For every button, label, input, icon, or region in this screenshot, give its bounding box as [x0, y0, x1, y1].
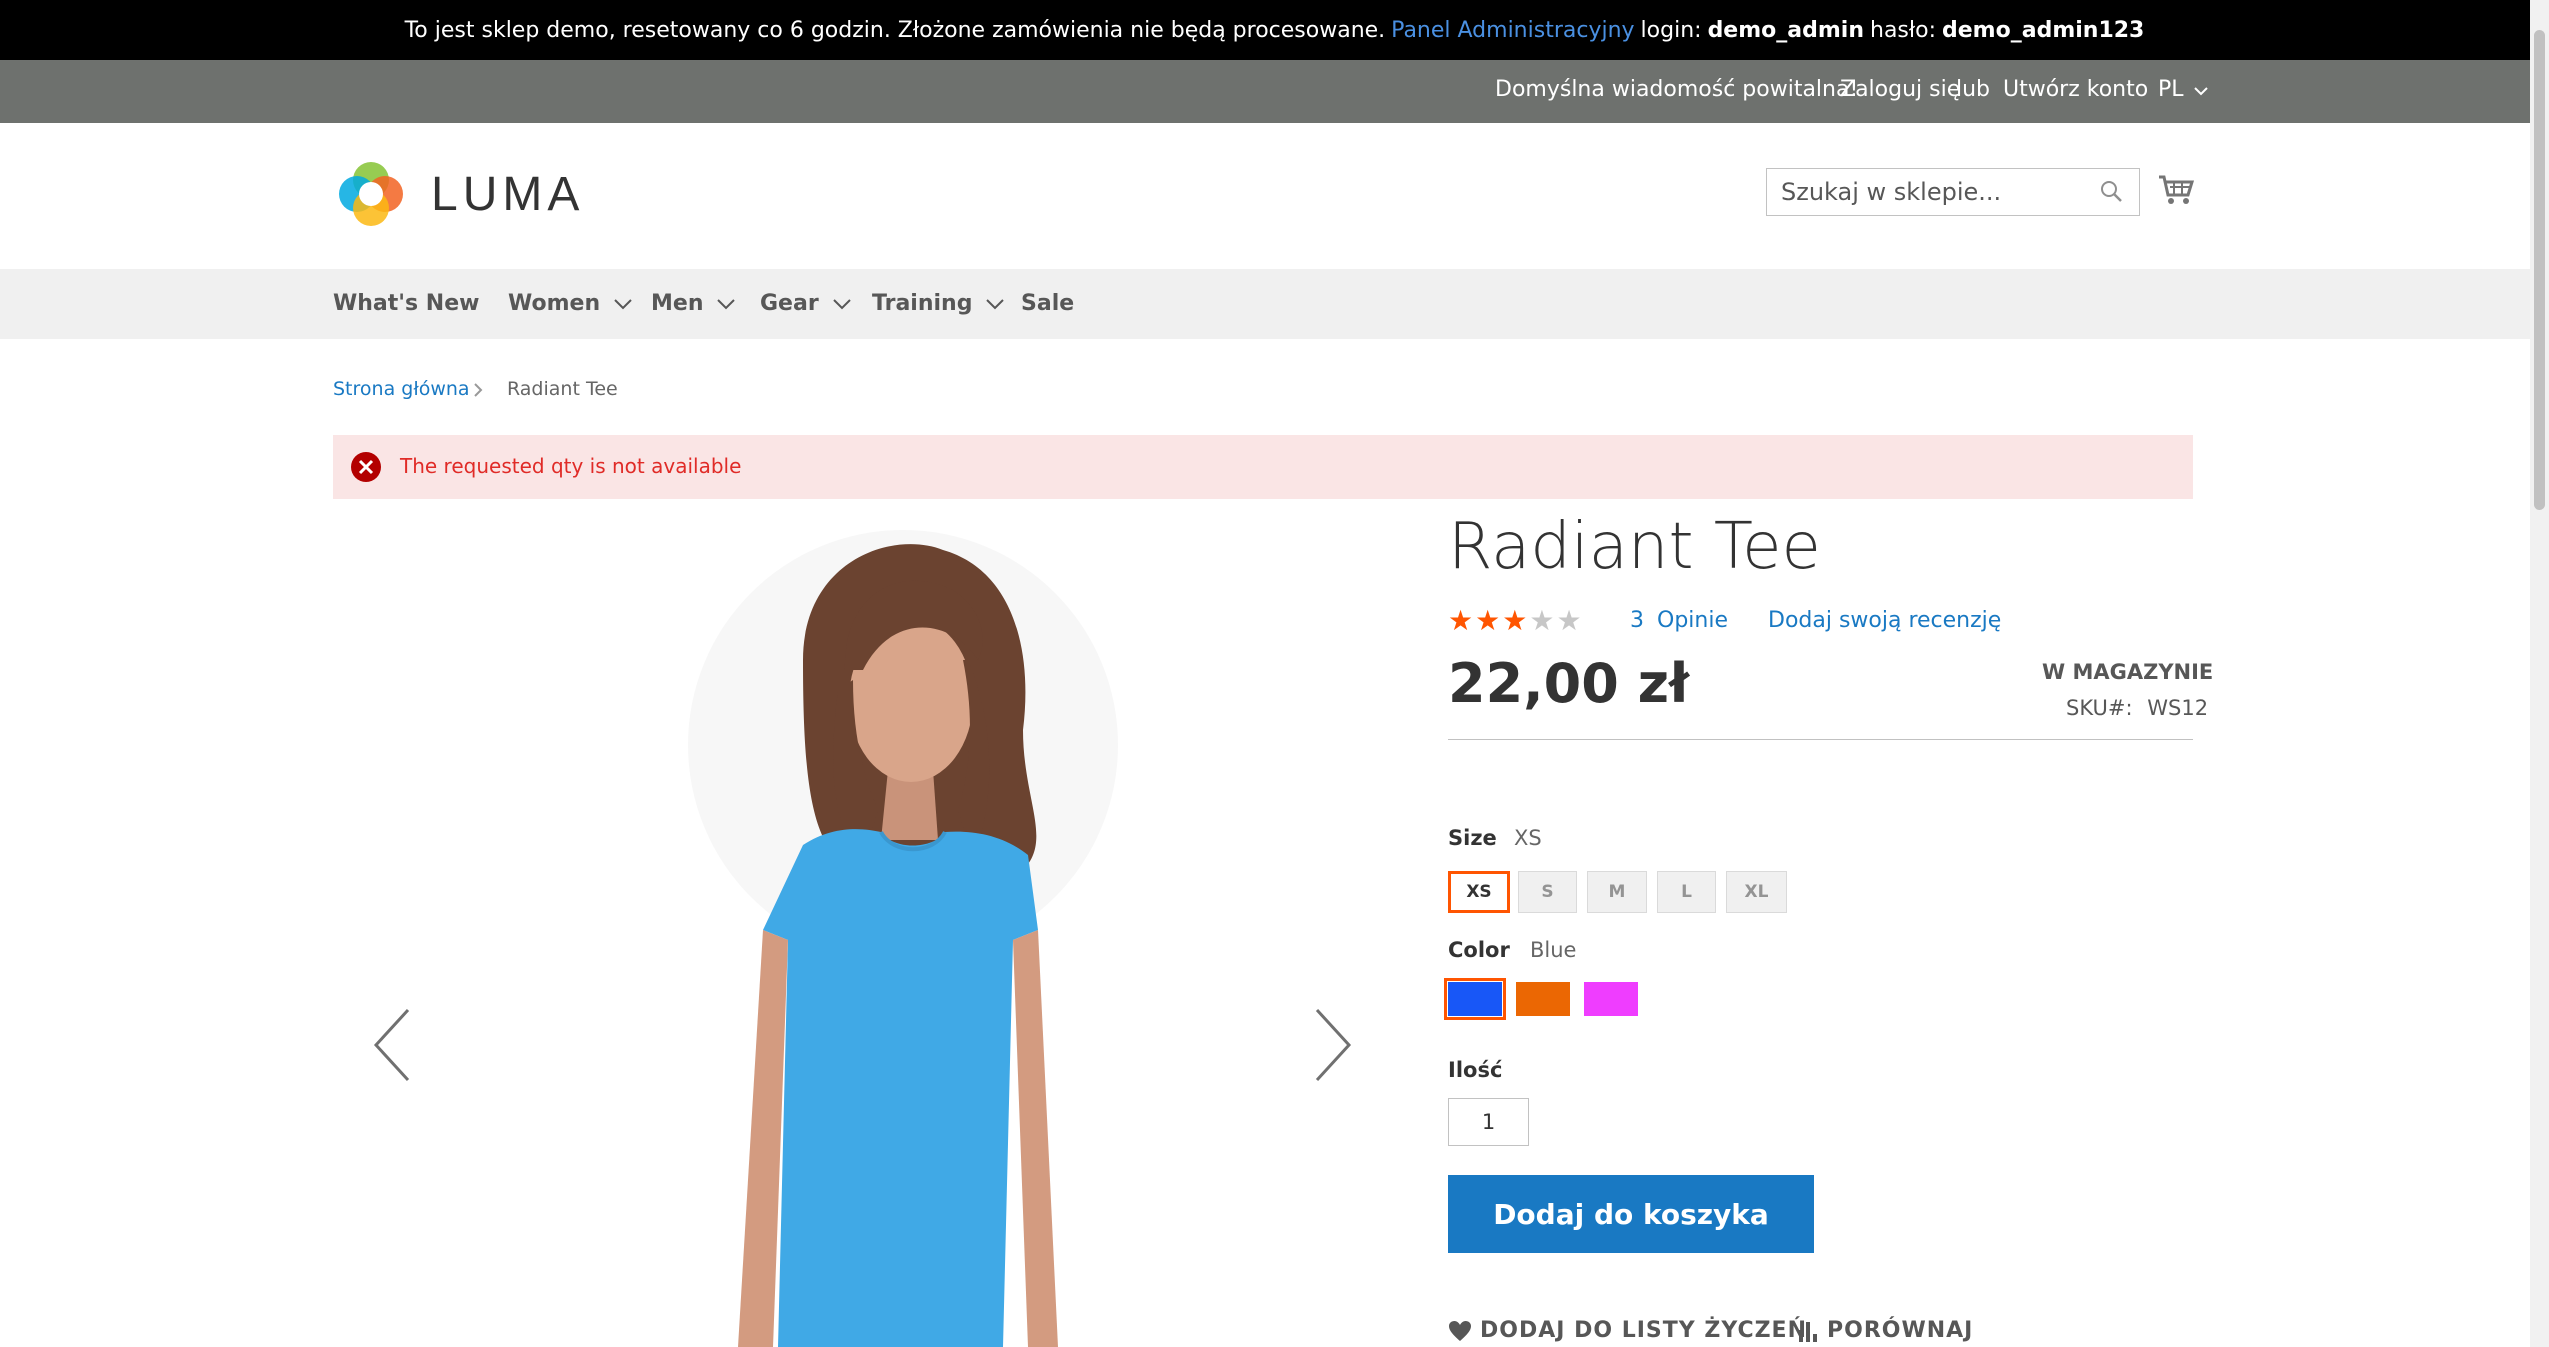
size-option-label: M — [1608, 882, 1626, 902]
sku-label: SKU#: — [2066, 696, 2133, 720]
product-title: Radiant Tee — [1448, 510, 1821, 584]
color-label: Color — [1448, 938, 1510, 962]
size-label: Size — [1448, 826, 1497, 850]
sku-value: WS12 — [2147, 696, 2209, 720]
product-image — [688, 530, 1118, 1347]
qty-input[interactable] — [1448, 1098, 1529, 1146]
product-gallery — [333, 510, 1413, 1347]
star-filled-icon: ★ — [1502, 604, 1528, 637]
star-filled-icon: ★ — [1475, 604, 1501, 637]
language-switcher[interactable]: PL — [2158, 77, 2208, 102]
chevron-down-icon — [717, 298, 736, 309]
color-swatch-orange[interactable] — [1516, 982, 1570, 1016]
reviews-label: Opinie — [1657, 608, 1728, 633]
color-selected-value: Blue — [1530, 938, 1577, 962]
nav-item-label: Sale — [1021, 291, 1075, 316]
star-filled-icon: ★ — [1448, 604, 1474, 637]
size-option-label: S — [1541, 882, 1554, 902]
nav-item-label: Men — [651, 291, 704, 316]
language-label: PL — [2158, 77, 2184, 102]
sku: SKU#: WS12 — [2066, 696, 2208, 720]
logo[interactable]: LUMA — [333, 156, 584, 232]
nav-item-whats-new[interactable]: What's New — [333, 291, 479, 316]
nav-item-label: Gear — [760, 291, 819, 316]
nav-item-gear[interactable]: Gear — [760, 291, 851, 316]
reviews-count: 3 — [1630, 608, 1644, 633]
breadcrumb-current: Radiant Tee — [507, 378, 618, 400]
create-account-link[interactable]: Utwórz konto — [2003, 77, 2148, 102]
or-text: lub — [1956, 77, 1991, 102]
sign-in-link[interactable]: Zaloguj się — [1840, 77, 1960, 102]
cart-icon[interactable] — [2158, 174, 2194, 206]
password-value: demo_admin123 — [1942, 17, 2145, 43]
search-input[interactable] — [1779, 169, 2093, 215]
star-empty-icon: ★ — [1556, 604, 1582, 637]
add-to-wishlist-link[interactable]: DODAJ DO LISTY ŻYCZEŃ — [1448, 1318, 1807, 1343]
color-swatch-purple[interactable] — [1584, 982, 1638, 1016]
divider — [1448, 739, 2193, 740]
size-option-label: L — [1681, 882, 1692, 902]
demo-notice-text: To jest sklep demo, resetowany co 6 godz… — [404, 17, 1386, 43]
compare-icon — [1799, 1321, 1817, 1342]
qty-label: Ilość — [1448, 1058, 1503, 1082]
login-value: demo_admin — [1707, 17, 1864, 43]
error-message: The requested qty is not available — [333, 435, 2193, 499]
error-icon — [351, 452, 381, 482]
compare-link[interactable]: PORÓWNAJ — [1797, 1318, 1973, 1343]
welcome-message: Domyślna wiadomość powitalna! — [1495, 77, 1859, 102]
scrollbar-thumb[interactable] — [2534, 30, 2545, 510]
size-option-s[interactable]: S — [1518, 871, 1577, 913]
nav-item-women[interactable]: Women — [508, 291, 632, 316]
admin-panel-link[interactable]: Panel Administracyjny — [1391, 18, 1634, 43]
size-option-xl[interactable]: XL — [1726, 871, 1787, 913]
chevron-down-icon — [986, 298, 1005, 309]
nav-item-men[interactable]: Men — [651, 291, 736, 316]
add-to-cart-button[interactable]: Dodaj do koszyka — [1448, 1175, 1814, 1253]
nav-item-label: Women — [508, 291, 601, 316]
nav-item-sale[interactable]: Sale — [1021, 291, 1074, 316]
rating-stars: ★ ★ ★ ★ ★ — [1448, 606, 1582, 636]
nav-item-training[interactable]: Training — [872, 291, 1005, 316]
gallery-next-icon[interactable] — [1313, 1008, 1353, 1082]
heart-icon — [1449, 1320, 1471, 1341]
size-selected-value: XS — [1514, 826, 1542, 850]
stock-status: W MAGAZYNIE — [2042, 660, 2214, 684]
password-label: hasło: — [1870, 17, 1937, 43]
breadcrumb-home-link[interactable]: Strona główna — [333, 378, 470, 400]
size-option-label: XL — [1744, 882, 1769, 902]
color-swatch-blue[interactable] — [1444, 978, 1506, 1020]
size-option-l[interactable]: L — [1657, 871, 1716, 913]
chevron-down-icon — [2193, 87, 2208, 96]
nav-item-label: Training — [872, 291, 973, 316]
gallery-prev-icon[interactable] — [372, 1008, 412, 1082]
add-review-link[interactable]: Dodaj swoją recenzję — [1768, 608, 2001, 633]
panel-header: Domyślna wiadomość powitalna! Zaloguj si… — [0, 60, 2530, 123]
product-price: 22,00 zł — [1448, 652, 1690, 715]
logo-text: LUMA — [431, 167, 585, 221]
login-label: login: — [1640, 17, 1702, 43]
chevron-down-icon — [832, 298, 851, 309]
size-option-label: XS — [1466, 882, 1492, 902]
search-icon[interactable] — [2099, 179, 2123, 203]
size-option-m[interactable]: M — [1587, 871, 1647, 913]
star-empty-icon: ★ — [1529, 604, 1555, 637]
nav-item-label: What's New — [333, 291, 480, 316]
breadcrumb-separator-icon — [474, 383, 483, 397]
demo-notice-bar: To jest sklep demo, resetowany co 6 godz… — [0, 0, 2549, 60]
page-scrollbar[interactable] — [2530, 0, 2549, 1347]
main-navigation: What's New Women Men Gear Training Sale — [0, 269, 2530, 339]
chevron-down-icon — [614, 298, 632, 309]
reviews-link[interactable]: 3 Opinie — [1630, 608, 1728, 633]
wishlist-label: DODAJ DO LISTY ŻYCZEŃ — [1480, 1318, 1808, 1343]
error-message-text: The requested qty is not available — [400, 454, 742, 478]
size-option-xs[interactable]: XS — [1448, 871, 1510, 913]
luma-logo-icon — [339, 162, 403, 226]
compare-label: PORÓWNAJ — [1827, 1318, 1974, 1343]
search-box — [1766, 168, 2140, 216]
